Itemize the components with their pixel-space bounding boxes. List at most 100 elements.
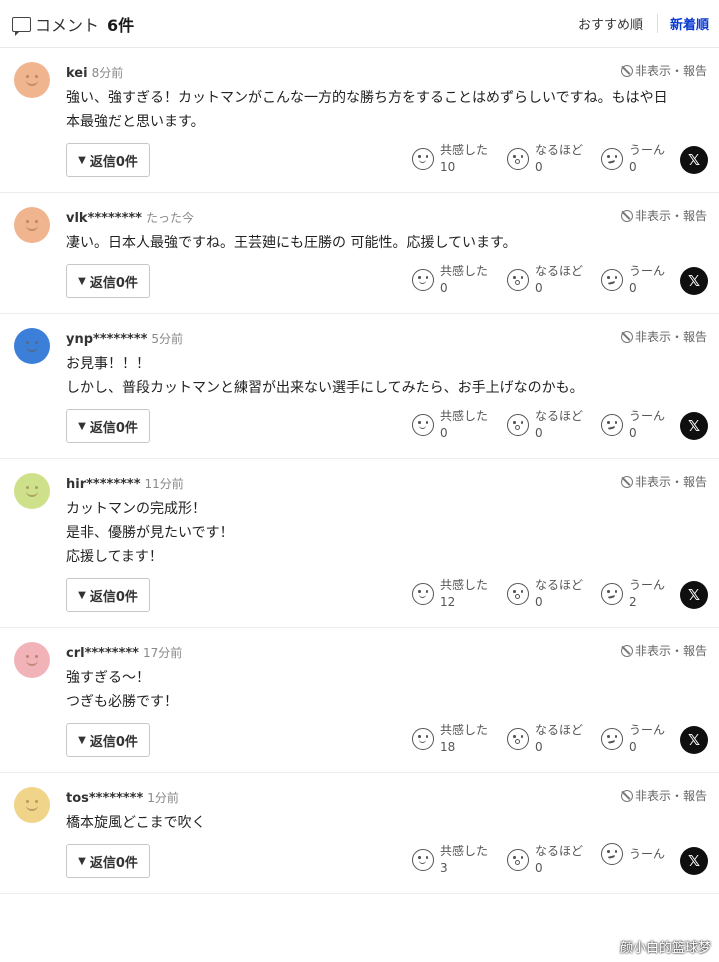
empathy-label: 共感した (440, 143, 489, 157)
hide-report-link[interactable]: 非表示・報告 (620, 787, 707, 804)
indeed-reaction-button[interactable]: なるほど 0 (507, 843, 583, 877)
reply-label: 返信0件 (89, 734, 138, 750)
comment-item: tos******** 1分前 非表示・報告 橋本旋風どこまで吹く ▼ 返信0件… (0, 773, 719, 894)
reply-toggle-button[interactable]: ▼ 返信0件 (66, 578, 150, 612)
hmm-reaction-button[interactable]: うーん 2 (601, 577, 665, 611)
empathy-reaction-button[interactable]: 共感した 18 (412, 722, 488, 756)
reply-toggle-button[interactable]: ▼ 返信0件 (66, 143, 150, 177)
comment-meta: ynp******** 5分前 (66, 314, 707, 348)
empathy-reaction-button[interactable]: 共感した 3 (412, 843, 488, 877)
surprised-face-icon (507, 148, 529, 170)
avatar[interactable] (14, 473, 50, 509)
comment-line: カットマンの完成形！ (66, 501, 206, 517)
hide-report-link[interactable]: 非表示・報告 (620, 328, 707, 345)
avatar[interactable] (14, 642, 50, 678)
x-share-icon[interactable]: 𝕏 (680, 267, 708, 295)
hmm-reaction-button[interactable]: うーん 0 (601, 408, 665, 442)
comment-actions: ▼ 返信0件 共感した 0 なるほど 0 うーん 0 𝕏 (66, 408, 708, 444)
username[interactable]: ynp******** (66, 332, 147, 347)
sort-recommended-tab[interactable]: おすすめ順 (578, 14, 658, 33)
x-share-icon[interactable]: 𝕏 (680, 412, 708, 440)
hmm-reaction-button[interactable]: うーん 0 (601, 722, 665, 756)
avatar[interactable] (14, 207, 50, 243)
indeed-reaction-button[interactable]: なるほど 0 (507, 408, 583, 442)
hide-report-link[interactable]: 非表示・報告 (620, 62, 707, 79)
reply-toggle-button[interactable]: ▼ 返信0件 (66, 723, 150, 757)
hide-report-link[interactable]: 非表示・報告 (620, 207, 707, 224)
comment-item: vlk******** たった今 非表示・報告 凄い。日本人最強ですね。王芸廸に… (0, 193, 719, 314)
ban-icon (620, 330, 633, 343)
avatar[interactable] (14, 787, 50, 823)
empathy-reaction-button[interactable]: 共感した 10 (412, 142, 488, 176)
comment-body: カットマンの完成形！ 是非、優勝が見たいです！ 応援してます！ (66, 493, 707, 569)
indeed-reaction-button[interactable]: なるほど 0 (507, 263, 583, 297)
x-share-icon[interactable]: 𝕏 (680, 146, 708, 174)
smile-face-icon (412, 583, 434, 605)
smile-face-icon (412, 728, 434, 750)
empathy-reaction-button[interactable]: 共感した 12 (412, 577, 488, 611)
hmm-count: 2 (629, 595, 637, 609)
ban-icon (620, 64, 633, 77)
empathy-count: 3 (440, 861, 448, 875)
hmm-reaction-button[interactable]: うーん 0 (601, 142, 665, 176)
empathy-count: 18 (440, 740, 456, 754)
x-share-icon[interactable]: 𝕏 (680, 581, 708, 609)
triangle-down-icon: ▼ (78, 855, 86, 867)
indeed-reaction-button[interactable]: なるほど 0 (507, 142, 583, 176)
hide-report-label: 非表示・報告 (634, 330, 707, 344)
surprised-face-icon (507, 269, 529, 291)
username[interactable]: tos******** (66, 791, 143, 806)
hmm-reaction-button[interactable]: うーん (601, 843, 665, 865)
avatar[interactable] (14, 328, 50, 364)
sort-options: おすすめ順 新着順 (578, 14, 709, 33)
sort-newest-tab[interactable]: 新着順 (658, 14, 709, 33)
triangle-down-icon: ▼ (78, 589, 86, 601)
empathy-reaction-button[interactable]: 共感した 0 (412, 263, 488, 297)
comment-meta: kei 8分前 (66, 48, 707, 82)
empathy-label: 共感した (440, 409, 489, 423)
empathy-reaction-button[interactable]: 共感した 0 (412, 408, 488, 442)
smile-face-icon (412, 414, 434, 436)
empathy-label: 共感した (440, 723, 489, 737)
post-time: 5分前 (151, 332, 184, 346)
indeed-reaction-button[interactable]: なるほど 0 (507, 577, 583, 611)
hide-report-label: 非表示・報告 (634, 209, 707, 223)
indeed-reaction-button[interactable]: なるほど 0 (507, 722, 583, 756)
triangle-down-icon: ▼ (78, 734, 86, 746)
reply-toggle-button[interactable]: ▼ 返信0件 (66, 409, 150, 443)
x-share-icon[interactable]: 𝕏 (680, 847, 708, 875)
empathy-count: 10 (440, 160, 456, 174)
avatar[interactable] (14, 62, 50, 98)
hmm-count: 0 (629, 160, 637, 174)
comment-actions: ▼ 返信0件 共感した 18 なるほど 0 うーん 0 𝕏 (66, 722, 708, 758)
reply-toggle-button[interactable]: ▼ 返信0件 (66, 844, 150, 878)
indeed-count: 0 (535, 595, 543, 609)
hide-report-link[interactable]: 非表示・報告 (620, 473, 707, 490)
indeed-label: なるほど (535, 578, 584, 592)
comment-line: つぎも必勝です！ (66, 694, 178, 710)
x-share-icon[interactable]: 𝕏 (680, 726, 708, 754)
watermark: 颜小白的篮球梦 (619, 941, 711, 956)
hmm-count: 0 (629, 281, 637, 295)
reply-toggle-button[interactable]: ▼ 返信0件 (66, 264, 150, 298)
thinking-face-icon (601, 148, 623, 170)
indeed-count: 0 (535, 740, 543, 754)
username[interactable]: hir******** (66, 477, 141, 492)
empathy-label: 共感した (440, 844, 489, 858)
hide-report-label: 非表示・報告 (634, 644, 707, 658)
empathy-label: 共感した (440, 264, 489, 278)
username[interactable]: kei (66, 66, 88, 81)
hide-report-link[interactable]: 非表示・報告 (620, 642, 707, 659)
comment-meta: tos******** 1分前 (66, 773, 707, 807)
post-time: 17分前 (142, 646, 183, 660)
username[interactable]: crl******** (66, 646, 139, 661)
hmm-count: 0 (629, 426, 637, 440)
thinking-face-icon (601, 728, 623, 750)
indeed-count: 0 (535, 160, 543, 174)
ban-icon (620, 644, 633, 657)
username[interactable]: vlk******** (66, 211, 142, 226)
indeed-count: 0 (535, 281, 543, 295)
hmm-count: 0 (629, 740, 637, 754)
comment-line: 応援してます！ (66, 549, 163, 565)
hmm-reaction-button[interactable]: うーん 0 (601, 263, 665, 297)
